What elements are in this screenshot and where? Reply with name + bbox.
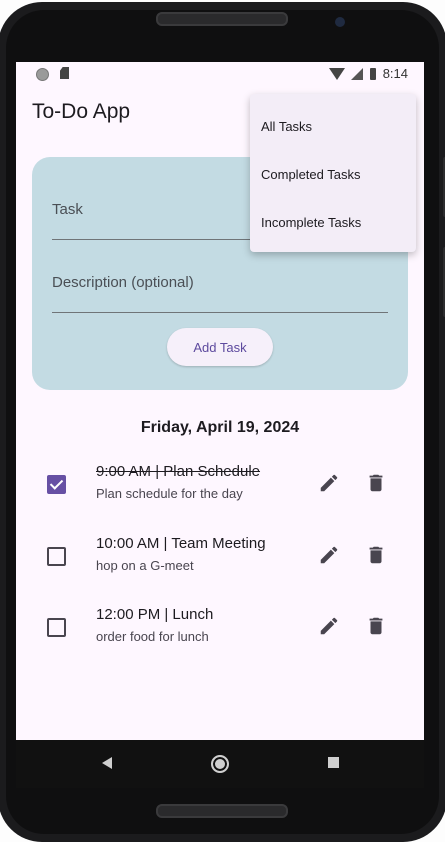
trash-icon[interactable] xyxy=(365,544,387,566)
sd-card-icon xyxy=(60,67,69,79)
app-screen: 8:14 To-Do App Task Description (optiona… xyxy=(16,62,424,740)
menu-item-completed-tasks[interactable]: Completed Tasks xyxy=(261,167,360,182)
front-camera xyxy=(335,17,345,27)
system-nav-bar xyxy=(16,740,424,788)
task-description: order food for lunch xyxy=(96,629,209,644)
task-checkbox[interactable] xyxy=(47,547,66,566)
add-task-button[interactable]: Add Task xyxy=(167,328,273,366)
task-title: 9:00 AM | Plan Schedule xyxy=(96,463,261,480)
task-description: hop on a G-meet xyxy=(96,558,194,573)
recents-icon[interactable] xyxy=(328,757,339,768)
signal-icon xyxy=(350,67,363,80)
status-time: 8:14 xyxy=(382,66,408,81)
home-icon[interactable] xyxy=(211,755,229,773)
task-description: Plan schedule for the day xyxy=(96,486,243,501)
menu-item-all-tasks[interactable]: All Tasks xyxy=(261,119,312,134)
task-title: 12:00 PM | Lunch xyxy=(96,606,214,623)
status-bar: 8:14 xyxy=(16,62,424,86)
menu-item-incomplete-tasks[interactable]: Incomplete Tasks xyxy=(261,215,361,230)
task-row: 10:00 AM | Team Meeting hop on a G-meet xyxy=(16,535,424,595)
description-input[interactable]: Description (optional) xyxy=(52,270,388,313)
task-checkbox[interactable] xyxy=(47,618,66,637)
task-row: 9:00 AM | Plan Schedule Plan schedule fo… xyxy=(16,463,424,523)
back-icon[interactable] xyxy=(102,757,112,769)
task-title: 10:00 AM | Team Meeting xyxy=(96,535,266,552)
battery-icon xyxy=(369,67,376,80)
top-speaker xyxy=(156,12,288,26)
trash-icon[interactable] xyxy=(365,472,387,494)
task-checkbox[interactable] xyxy=(47,475,66,494)
date-heading: Friday, April 19, 2024 xyxy=(140,419,300,436)
description-input-placeholder: Description (optional) xyxy=(52,274,194,291)
pencil-icon[interactable] xyxy=(318,615,340,637)
pencil-icon[interactable] xyxy=(318,544,340,566)
task-input-placeholder: Task xyxy=(52,201,83,218)
wifi-icon xyxy=(328,67,345,80)
task-row: 12:00 PM | Lunch order food for lunch xyxy=(16,606,424,666)
pencil-icon[interactable] xyxy=(318,472,340,494)
filter-menu: All Tasks Completed Tasks Incomplete Tas… xyxy=(250,94,416,252)
app-title: To-Do App xyxy=(32,100,131,123)
bottom-speaker xyxy=(156,804,288,818)
notification-dot-icon xyxy=(36,68,49,81)
trash-icon[interactable] xyxy=(365,615,387,637)
